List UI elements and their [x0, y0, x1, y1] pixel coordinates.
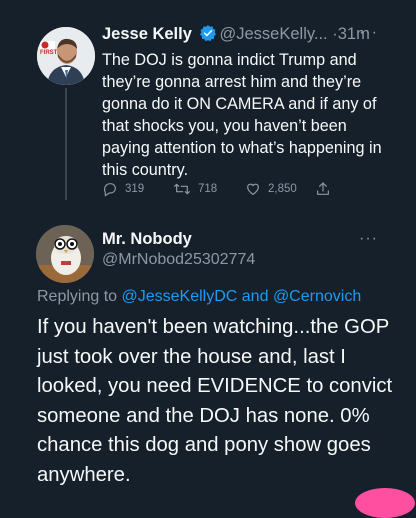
reply-author-name[interactable]: Mr. Nobody [102, 230, 192, 249]
more-icon[interactable]: ··· [359, 24, 378, 42]
avatar-photo-mr-nobody [36, 225, 94, 283]
retweet-count: 718 [198, 183, 218, 195]
reply-button[interactable]: 319 [102, 181, 144, 197]
replying-to-line: Replying to @JesseKellyDC and @Cernovich [37, 288, 361, 306]
avatar-badge-text: FIRST [40, 50, 58, 56]
share-button[interactable] [315, 181, 338, 197]
retweet-button[interactable]: 718 [173, 181, 217, 197]
reply-text: If you haven't been watching...the GOP j… [37, 316, 393, 486]
reply-count: 319 [125, 183, 145, 195]
author-handle[interactable]: @JesseKelly... [220, 25, 328, 43]
avatar-photo-jesse [37, 27, 95, 85]
reply-author-handle[interactable]: @MrNobod25302774 [102, 251, 255, 269]
replying-user-cernovich[interactable]: @Cernovich [273, 288, 361, 305]
retweet-icon [174, 183, 190, 195]
like-button[interactable]: 2,850 [245, 181, 297, 197]
thread-connector-line [65, 88, 67, 200]
replying-joiner: and [241, 288, 269, 305]
like-count: 2,850 [268, 183, 297, 195]
tweet-actions: 319 718 2,850 [102, 181, 372, 201]
jesse-kelly-avatar[interactable]: FIRST [37, 27, 95, 85]
tweet-header: Jesse Kelly @JesseKelly... ·31m [102, 24, 370, 44]
like-icon [247, 183, 259, 195]
mr-nobody-avatar[interactable] [36, 225, 94, 283]
replying-prefix: Replying to [37, 288, 118, 305]
reply-icon [103, 183, 116, 197]
tweet-text: The DOJ is gonna indict Trump and they’r… [102, 51, 382, 179]
replying-user-jessekellydc[interactable]: @JesseKellyDC [122, 288, 238, 305]
reply-more-icon[interactable]: ··· [359, 230, 378, 248]
share-icon [317, 182, 329, 195]
author-name[interactable]: Jesse Kelly [102, 25, 192, 43]
verified-badge-icon [199, 25, 216, 42]
decorative-pink-shape [355, 488, 415, 518]
